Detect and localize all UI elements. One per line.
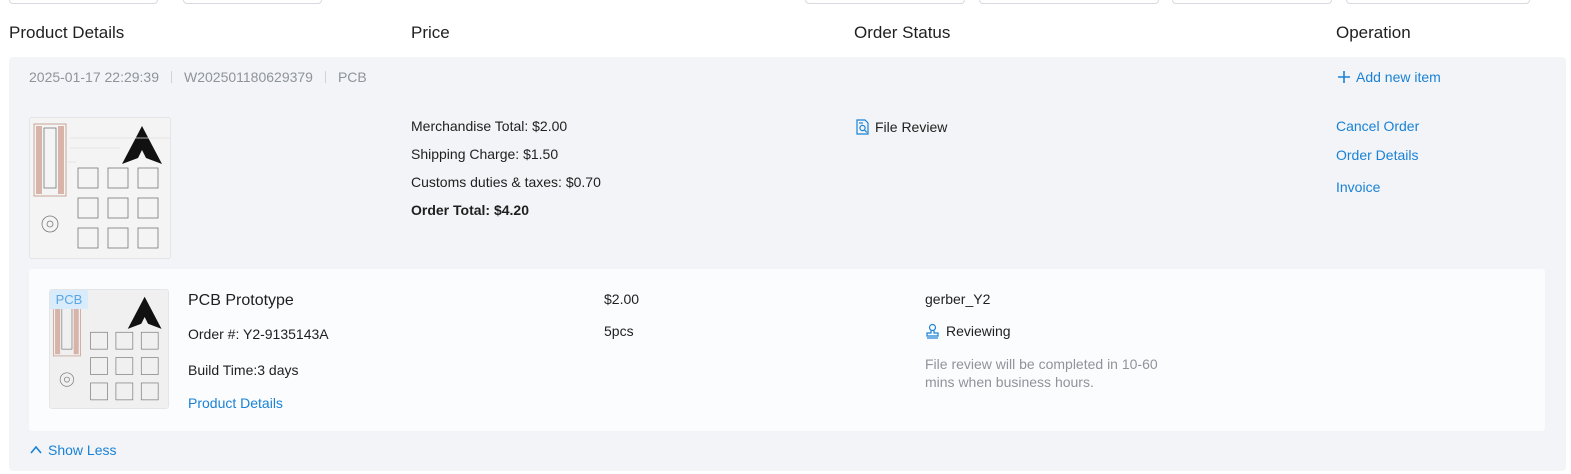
invoice-link[interactable]: Invoice — [1336, 179, 1380, 195]
meta-divider — [171, 71, 172, 83]
filter-control-3[interactable] — [805, 0, 965, 4]
filter-control-1[interactable] — [9, 0, 158, 4]
customs-duties: Customs duties & taxes: $0.70 — [411, 174, 601, 190]
pcb-image — [30, 118, 170, 258]
item-quantity: 5pcs — [604, 323, 634, 339]
item-review-status: Reviewing — [925, 323, 1011, 339]
chevron-up-icon — [30, 445, 42, 454]
order-meta: 2025-01-17 22:29:39 W202501180629379 PCB — [29, 69, 367, 85]
review-note-line-2: mins when business hours. — [925, 374, 1094, 390]
review-note: File review will be completed in 10-60 m… — [925, 355, 1158, 391]
cancel-order-link[interactable]: Cancel Order — [1336, 118, 1419, 134]
review-note-line-1: File review will be completed in 10-60 — [925, 356, 1158, 372]
order-status-label: File Review — [875, 119, 948, 135]
item-build-time: Build Time:3 days — [188, 362, 299, 378]
header-price: Price — [411, 23, 450, 42]
add-new-item-label: Add new item — [1356, 69, 1441, 85]
shipping-charge: Shipping Charge: $1.50 — [411, 146, 559, 162]
order-status: File Review — [855, 119, 947, 135]
header-operation: Operation — [1336, 23, 1411, 42]
item-order-number: Order #: Y2-9135143A — [188, 326, 329, 342]
order-type: PCB — [337, 69, 367, 85]
item-pcb-thumbnail: PCB — [49, 289, 169, 409]
show-less-label: Show Less — [48, 442, 117, 458]
order-pcb-thumbnail — [29, 117, 171, 259]
merchandise-total: Merchandise Total: $2.00 — [411, 118, 568, 134]
item-review-status-label: Reviewing — [946, 323, 1011, 339]
filter-control-2[interactable] — [183, 0, 322, 4]
price-summary: Merchandise Total: $2.00 Shipping Charge… — [411, 118, 601, 230]
product-details-link[interactable]: Product Details — [188, 395, 283, 411]
header-product-details: Product Details — [9, 23, 125, 42]
filter-control-5[interactable] — [1172, 0, 1332, 4]
file-search-icon — [856, 119, 869, 135]
item-file-name: gerber_Y2 — [925, 291, 991, 307]
order-id: W202501180629379 — [184, 69, 313, 85]
filter-control-4[interactable] — [979, 0, 1159, 4]
order-datetime: 2025-01-17 22:29:39 — [29, 69, 159, 85]
meta-divider — [324, 71, 326, 83]
plus-icon — [1338, 71, 1350, 83]
order-total: Order Total: $4.20 — [411, 202, 530, 218]
pcb-tag-badge: PCB — [50, 290, 88, 309]
stamp-icon — [926, 323, 939, 339]
header-order-status: Order Status — [854, 23, 951, 42]
item-name: PCB Prototype — [188, 292, 294, 309]
add-new-item-button[interactable]: Add new item — [1337, 69, 1441, 85]
order-details-link[interactable]: Order Details — [1336, 147, 1418, 163]
show-less-button[interactable]: Show Less — [29, 442, 116, 458]
order-card: 2025-01-17 22:29:39 W202501180629379 PCB… — [9, 57, 1566, 471]
filter-control-6[interactable] — [1346, 0, 1530, 4]
item-price: $2.00 — [604, 291, 640, 307]
order-item-card: PCB PCB Prototype Order #: Y2-9135143A B… — [29, 269, 1545, 431]
